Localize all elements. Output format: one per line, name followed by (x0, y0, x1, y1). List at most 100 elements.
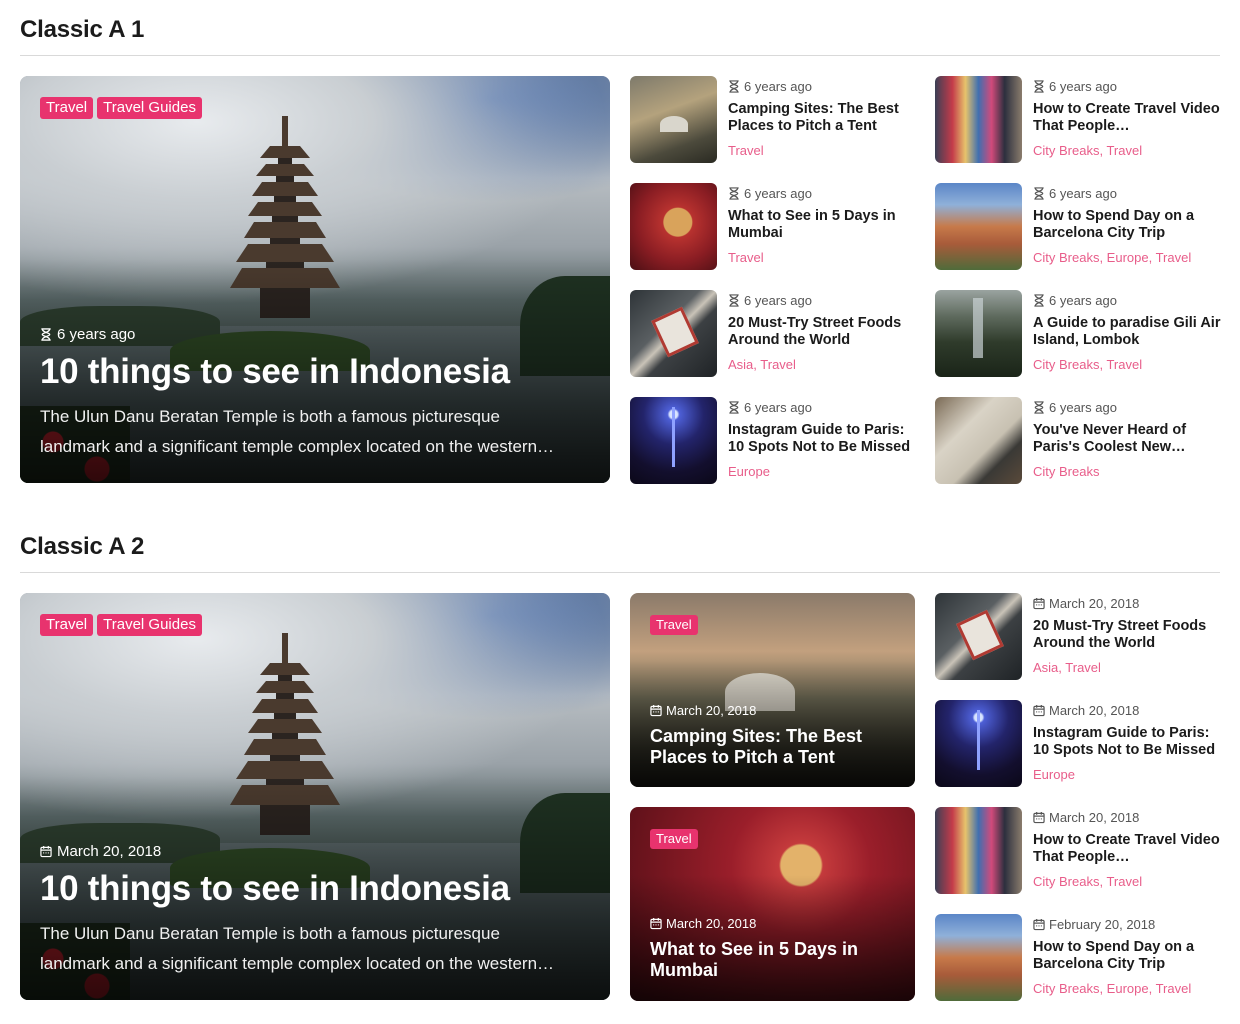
hourglass-icon (41, 328, 51, 341)
post-date: 6 years ago (744, 400, 812, 415)
post-categories[interactable]: Travel (728, 250, 764, 265)
post-categories[interactable]: Asia, Travel (728, 357, 796, 372)
post-title[interactable]: How to Spend Day on a Barcelona City Tri… (1033, 939, 1223, 973)
post-date: 6 years ago (1049, 186, 1117, 201)
featured-post[interactable]: Travel Travel Guides March 20, 2018 10 t… (20, 593, 610, 1000)
post-date: March 20, 2018 (1049, 703, 1140, 718)
post-categories[interactable]: City Breaks, Travel (1033, 874, 1142, 889)
post-title[interactable]: You've Never Heard of Paris's Coolest Ne… (1033, 422, 1223, 456)
hourglass-icon (729, 80, 739, 93)
hourglass-icon (729, 401, 739, 414)
post-title[interactable]: How to Create Travel Video That People… (1033, 832, 1223, 866)
list-item[interactable]: March 20, 2018 20 Must-Try Street Foods … (935, 593, 1225, 680)
list-item[interactable]: 6 years ago Camping Sites: The Best Plac… (630, 76, 920, 163)
tag-travel-guides[interactable]: Travel Guides (97, 97, 202, 119)
post-date: 6 years ago (744, 293, 812, 308)
post-thumbnail[interactable] (935, 914, 1022, 1001)
featured-tags: Travel Travel Guides (40, 614, 202, 636)
tag-travel[interactable]: Travel (650, 829, 698, 849)
hourglass-icon (729, 187, 739, 200)
list-item[interactable]: February 20, 2018 How to Spend Day on a … (935, 914, 1225, 1001)
hourglass-icon (1034, 187, 1044, 200)
post-title[interactable]: Instagram Guide to Paris: 10 Spots Not t… (728, 422, 918, 456)
list-item[interactable]: March 20, 2018 How to Create Travel Vide… (935, 807, 1225, 894)
list-item[interactable]: 6 years ago A Guide to paradise Gili Air… (935, 290, 1225, 377)
featured-post[interactable]: Travel Travel Guides 6 years ago 10 thin… (20, 76, 610, 483)
featured-title[interactable]: 10 things to see in Indonesia (40, 869, 510, 909)
list-item[interactable]: 6 years ago How to Spend Day on a Barcel… (935, 183, 1225, 270)
section-title: Classic A 2 (20, 533, 145, 560)
post-title[interactable]: Camping Sites: The Best Places to Pitch … (728, 101, 918, 135)
tag-travel[interactable]: Travel (650, 615, 698, 635)
post-thumbnail[interactable] (935, 397, 1022, 484)
post-thumbnail[interactable] (630, 183, 717, 270)
post-categories[interactable]: Asia, Travel (1033, 660, 1101, 675)
calendar-icon (40, 845, 52, 858)
post-title[interactable]: Instagram Guide to Paris: 10 Spots Not t… (1033, 725, 1223, 759)
post-thumbnail[interactable] (935, 76, 1022, 163)
post-thumbnail[interactable] (935, 593, 1022, 680)
post-categories[interactable]: City Breaks, Travel (1033, 143, 1142, 158)
hourglass-icon (1034, 401, 1044, 414)
list-item[interactable]: 6 years ago How to Create Travel Video T… (935, 76, 1225, 163)
tag-travel[interactable]: Travel (40, 97, 94, 119)
post-date: March 20, 2018 (666, 916, 757, 931)
post-title[interactable]: How to Create Travel Video That People… (1033, 101, 1223, 135)
post-card[interactable]: Travel March 20, 2018 What to See in 5 D… (630, 807, 915, 1001)
post-thumbnail[interactable] (935, 290, 1022, 377)
post-date: 6 years ago (744, 79, 812, 94)
post-categories[interactable]: Europe (728, 464, 770, 479)
post-date: March 20, 2018 (666, 703, 757, 718)
calendar-icon (650, 704, 662, 717)
post-date: March 20, 2018 (1049, 810, 1140, 825)
post-categories[interactable]: City Breaks, Europe, Travel (1033, 981, 1191, 996)
featured-title[interactable]: 10 things to see in Indonesia (40, 352, 510, 392)
list-item[interactable]: 6 years ago 20 Must-Try Street Foods Aro… (630, 290, 920, 377)
post-title[interactable]: What to See in 5 Days in Mumbai (650, 939, 900, 981)
post-thumbnail[interactable] (935, 807, 1022, 894)
post-title[interactable]: 20 Must-Try Street Foods Around the Worl… (1033, 618, 1223, 652)
list-item[interactable]: 6 years ago What to See in 5 Days in Mum… (630, 183, 920, 270)
featured-excerpt: The Ulun Danu Beratan Temple is both a f… (40, 924, 555, 973)
tag-travel-guides[interactable]: Travel Guides (97, 614, 202, 636)
post-title[interactable]: What to See in 5 Days in Mumbai (728, 208, 918, 242)
calendar-icon (1033, 918, 1045, 931)
featured-date: 6 years ago (57, 326, 136, 343)
calendar-icon (650, 917, 662, 930)
post-categories[interactable]: City Breaks (1033, 464, 1099, 479)
post-date: 6 years ago (744, 186, 812, 201)
post-card[interactable]: Travel March 20, 2018 Camping Sites: The… (630, 593, 915, 787)
featured-excerpt: The Ulun Danu Beratan Temple is both a f… (40, 407, 555, 456)
calendar-icon (1033, 811, 1045, 824)
section-divider (20, 55, 1220, 56)
calendar-icon (1033, 704, 1045, 717)
post-title[interactable]: Camping Sites: The Best Places to Pitch … (650, 726, 900, 768)
calendar-icon (1033, 597, 1045, 610)
post-title[interactable]: 20 Must-Try Street Foods Around the Worl… (728, 315, 918, 349)
featured-tags: Travel Travel Guides (40, 97, 202, 119)
list-item[interactable]: 6 years ago You've Never Heard of Paris'… (935, 397, 1225, 484)
post-categories[interactable]: Travel (728, 143, 764, 158)
post-date: February 20, 2018 (1049, 917, 1156, 932)
post-thumbnail[interactable] (935, 183, 1022, 270)
post-date: March 20, 2018 (1049, 596, 1140, 611)
post-thumbnail[interactable] (630, 76, 717, 163)
post-date: 6 years ago (1049, 400, 1117, 415)
section-title: Classic A 1 (20, 16, 145, 43)
post-categories[interactable]: City Breaks, Travel (1033, 357, 1142, 372)
post-date: 6 years ago (1049, 79, 1117, 94)
hourglass-icon (1034, 80, 1044, 93)
list-item[interactable]: March 20, 2018 Instagram Guide to Paris:… (935, 700, 1225, 787)
post-title[interactable]: How to Spend Day on a Barcelona City Tri… (1033, 208, 1223, 242)
post-thumbnail[interactable] (935, 700, 1022, 787)
post-categories[interactable]: Europe (1033, 767, 1075, 782)
post-title[interactable]: A Guide to paradise Gili Air Island, Lom… (1033, 315, 1223, 349)
hourglass-icon (1034, 294, 1044, 307)
hourglass-icon (729, 294, 739, 307)
list-item[interactable]: 6 years ago Instagram Guide to Paris: 10… (630, 397, 920, 484)
post-thumbnail[interactable] (630, 397, 717, 484)
tag-travel[interactable]: Travel (40, 614, 94, 636)
post-thumbnail[interactable] (630, 290, 717, 377)
post-categories[interactable]: City Breaks, Europe, Travel (1033, 250, 1191, 265)
featured-date: March 20, 2018 (57, 843, 162, 860)
